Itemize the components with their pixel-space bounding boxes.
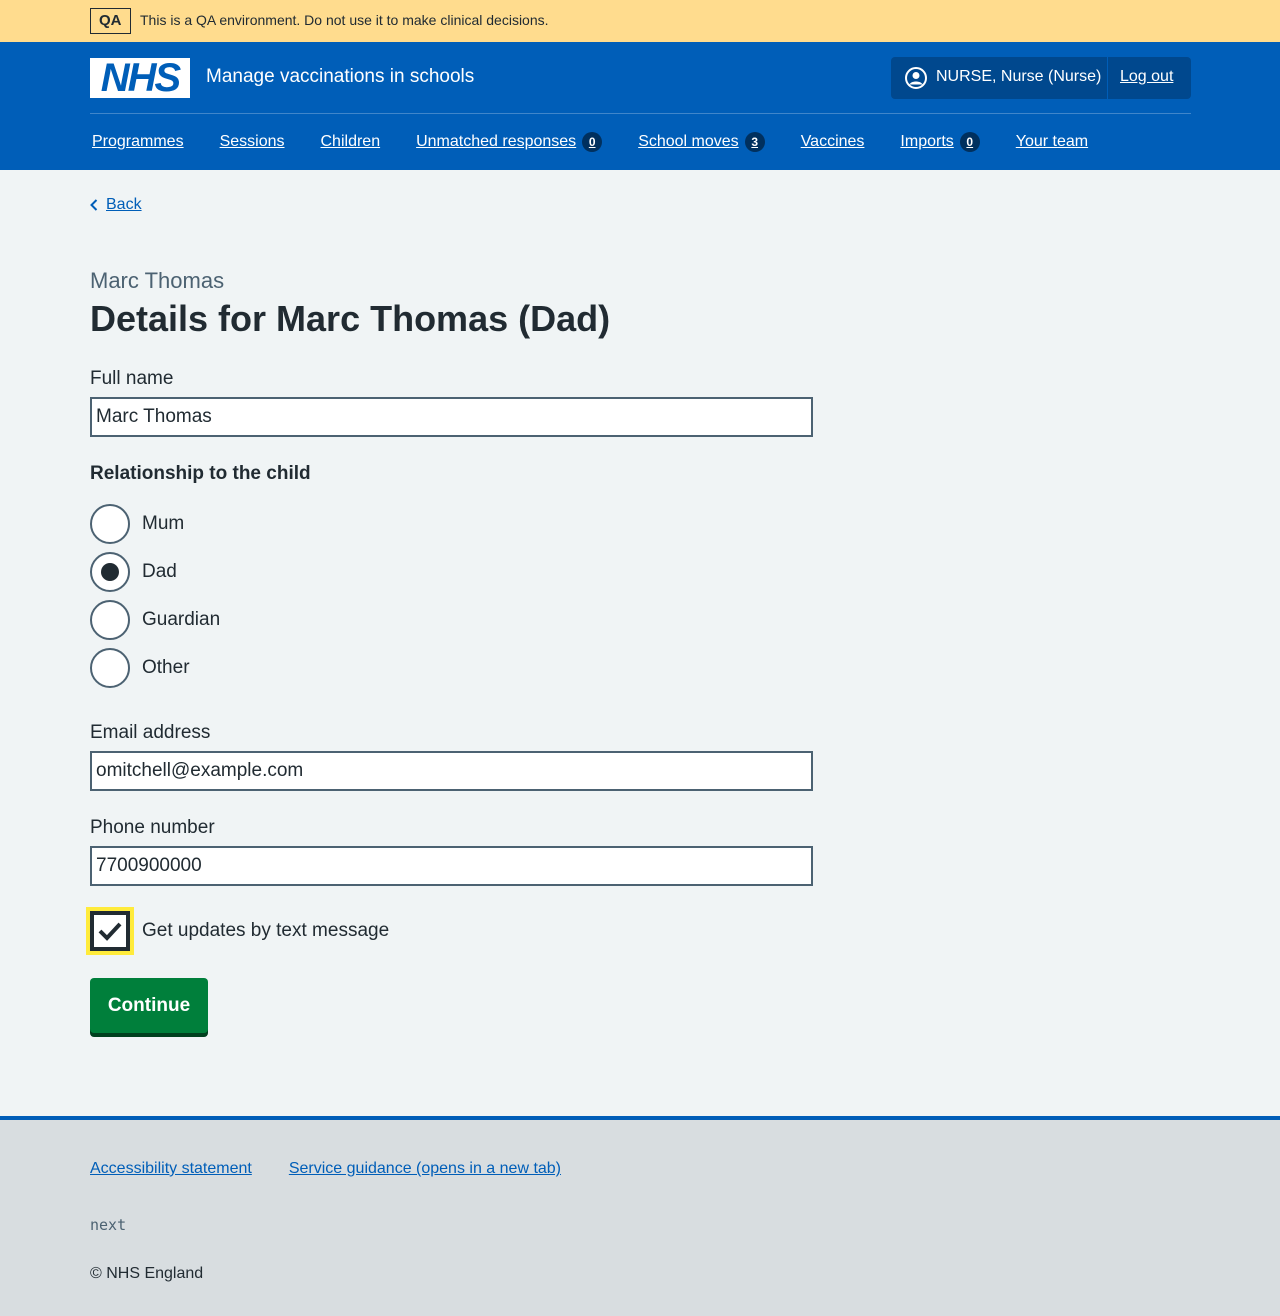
continue-button[interactable]: Continue [90,978,208,1033]
radio-button[interactable] [90,504,130,544]
focus-ring [86,907,134,955]
radio-dad[interactable]: Dad [90,552,177,592]
environment-name: next [90,1216,127,1234]
nhs-logo[interactable]: NHS [90,58,190,98]
back-link-label: Back [106,196,142,213]
qa-banner-text: This is a QA environment. Do not use it … [140,12,549,28]
check-icon [98,922,122,941]
header-divider [90,113,1191,114]
email-label: Email address [90,722,211,743]
service-guidance-link[interactable]: Service guidance (opens in a new tab) [289,1160,561,1178]
checkbox[interactable] [90,911,130,951]
nav-item-imports[interactable]: Imports 0 [900,132,980,152]
page-title: Details for Marc Thomas (Dad) [90,298,611,339]
count-badge: 0 [582,132,603,152]
radio-label: Mum [142,513,185,534]
count-badge: 0 [959,132,980,152]
account-name: NURSE, Nurse (Nurse) [936,68,1102,85]
radio-mum[interactable]: Mum [90,504,184,544]
relationship-legend: Relationship to the child [90,463,311,484]
site-footer: Accessibility statement Service guidance… [0,1116,1280,1316]
radio-label: Other [142,657,190,678]
chevron-left-icon [90,199,98,211]
radio-button[interactable] [90,552,130,592]
nav-item-vaccines[interactable]: Vaccines [801,133,865,151]
phone-input[interactable] [90,846,813,886]
copyright: © NHS England [90,1265,204,1282]
email-input[interactable] [90,751,813,791]
account-panel: NURSE, Nurse (Nurse) Log out [891,57,1191,99]
nav-item-unmatched-responses[interactable]: Unmatched responses 0 [416,132,603,152]
sms-updates-label: Get updates by text message [142,920,390,941]
primary-nav: Programmes Sessions Children Unmatched r… [92,132,1088,152]
phone-label: Phone number [90,817,215,838]
back-link[interactable]: Back [90,196,142,214]
radio-guardian[interactable]: Guardian [90,600,220,640]
page-caption: Marc Thomas [90,268,225,293]
full-name-label: Full name [90,368,174,389]
site-header: NHS Manage vaccinations in schools NURSE… [0,42,1280,170]
radio-button[interactable] [90,600,130,640]
logout-link[interactable]: Log out [1120,68,1173,86]
user-icon [905,67,927,89]
service-name[interactable]: Manage vaccinations in schools [206,66,474,88]
count-badge: 3 [744,132,765,152]
nav-item-programmes[interactable]: Programmes [92,133,184,151]
radio-button[interactable] [90,648,130,688]
radio-label: Guardian [142,609,221,630]
radio-other[interactable]: Other [90,648,190,688]
nav-item-children[interactable]: Children [321,133,381,151]
account-divider [1107,57,1108,99]
qa-banner: QA This is a QA environment. Do not use … [0,0,1280,42]
radio-label: Dad [142,561,177,582]
full-name-input[interactable] [90,397,813,437]
accessibility-statement-link[interactable]: Accessibility statement [90,1160,252,1178]
qa-tag: QA [90,8,131,34]
nav-item-your-team[interactable]: Your team [1016,133,1088,151]
nav-item-sessions[interactable]: Sessions [220,133,285,151]
sms-updates-checkbox[interactable]: Get updates by text message [86,907,389,955]
nav-item-school-moves[interactable]: School moves 3 [638,132,765,152]
footer-links: Accessibility statement Service guidance… [90,1160,561,1178]
